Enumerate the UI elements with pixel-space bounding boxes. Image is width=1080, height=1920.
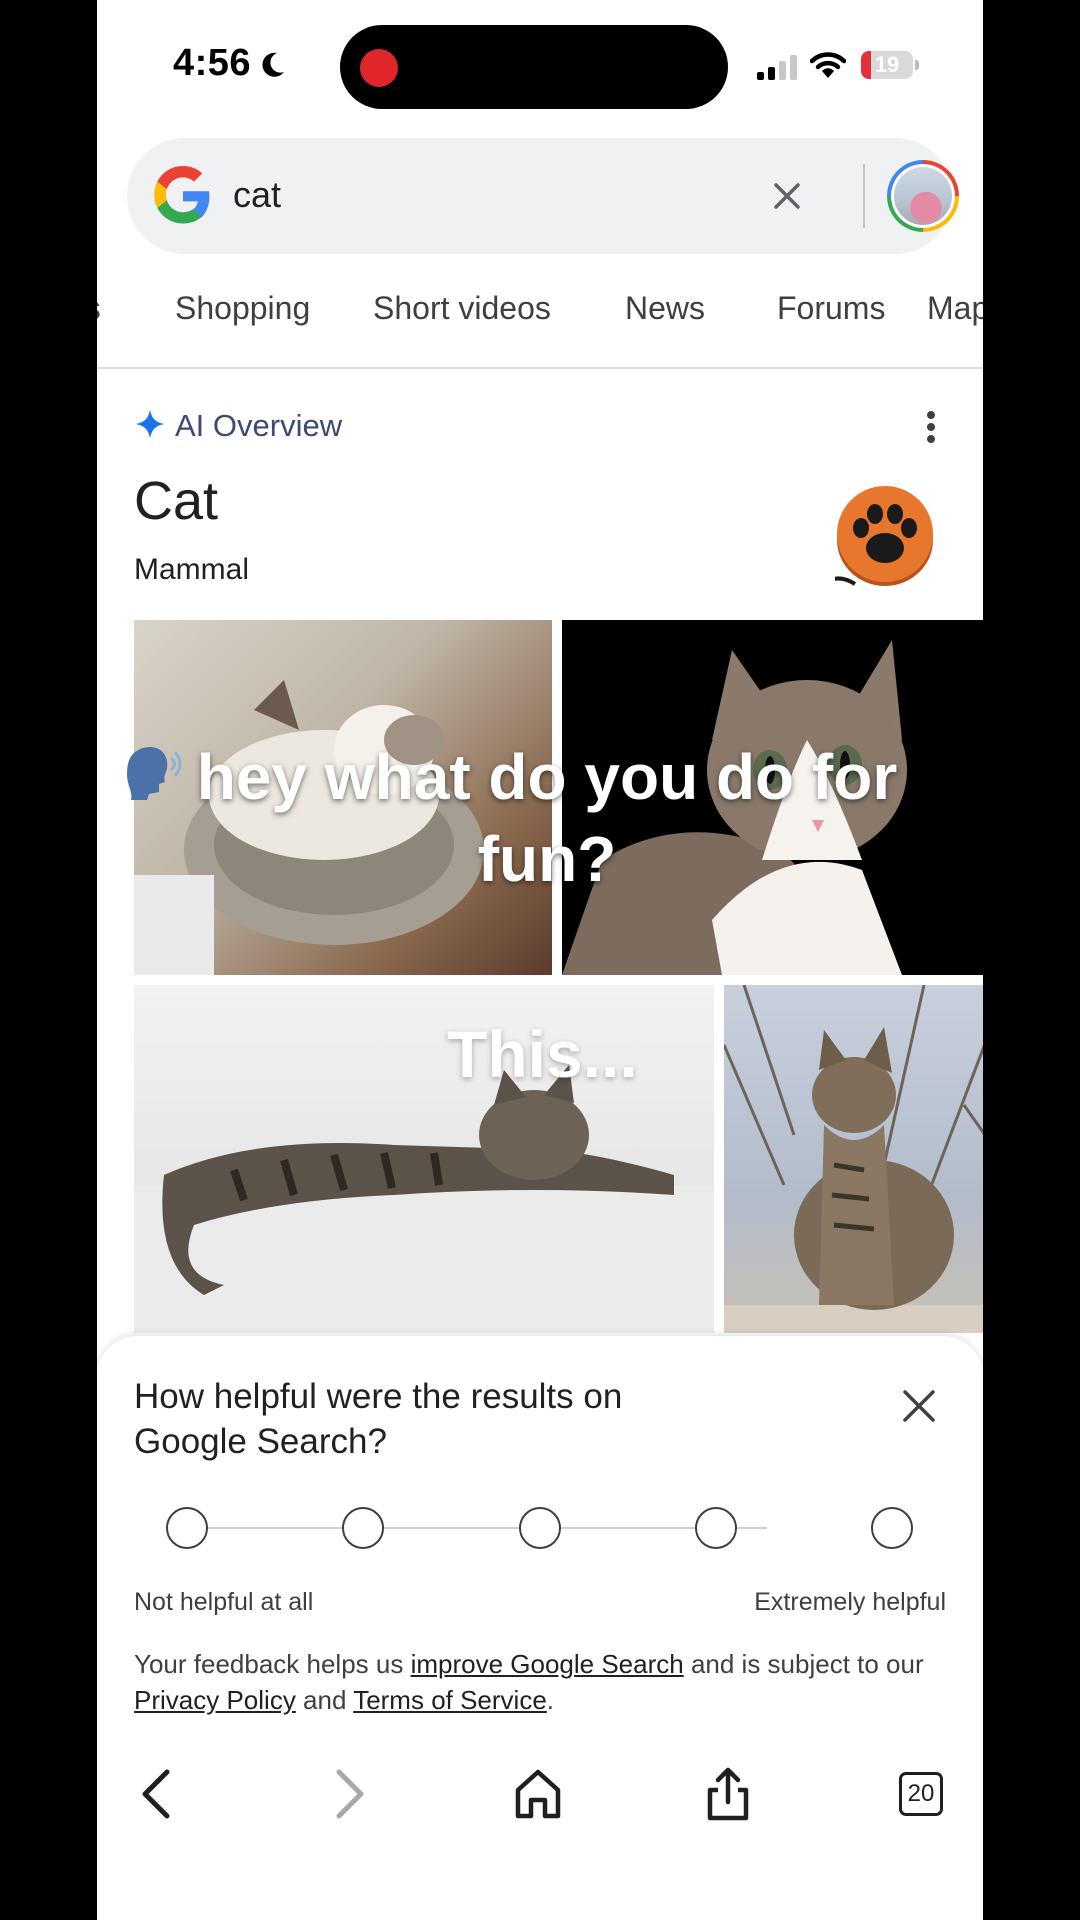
- back-icon[interactable]: [131, 1766, 187, 1822]
- search-bar[interactable]: cat: [127, 138, 959, 254]
- entity-title: Cat: [134, 471, 219, 531]
- paw-icon[interactable]: [835, 478, 935, 590]
- rating-option-4[interactable]: [695, 1507, 737, 1549]
- terms-of-service-link[interactable]: Terms of Service: [353, 1685, 547, 1715]
- entity-subtitle: Mammal: [134, 553, 250, 586]
- ai-overview-label: AI Overview: [175, 408, 343, 443]
- dynamic-island: [340, 25, 728, 109]
- rating-option-5[interactable]: [871, 1507, 913, 1549]
- share-icon[interactable]: [700, 1766, 756, 1822]
- cat-image-4[interactable]: [724, 985, 983, 1333]
- search-divider: [863, 164, 865, 228]
- battery-percent: 19: [874, 52, 900, 77]
- rating-option-1[interactable]: [166, 1507, 208, 1549]
- rating-option-2[interactable]: [342, 1507, 384, 1549]
- tab-forums[interactable]: Forums: [777, 290, 885, 327]
- video-caption: hey what do you do for fun?: [196, 741, 898, 895]
- rating-high-label: Extremely helpful: [754, 1588, 946, 1616]
- wifi-icon: [810, 52, 846, 78]
- rating-option-3[interactable]: [519, 1507, 561, 1549]
- more-options-icon[interactable]: [925, 410, 937, 444]
- clear-search-icon[interactable]: [767, 176, 807, 216]
- forward-icon[interactable]: [319, 1766, 375, 1822]
- tab-images[interactable]: os: [97, 290, 101, 327]
- tab-switcher-button[interactable]: 20: [899, 1772, 943, 1816]
- cellular-signal-icon: [757, 55, 797, 80]
- home-icon[interactable]: [510, 1766, 566, 1822]
- improve-search-link[interactable]: improve Google Search: [411, 1649, 684, 1679]
- status-time: 4:56: [173, 42, 252, 84]
- feedback-sheet: How helpful were the results on Google S…: [97, 1336, 983, 1920]
- video-caption-2: This...: [447, 1017, 638, 1091]
- battery-indicator: 19: [861, 51, 913, 79]
- ai-sparkle-icon: [135, 409, 165, 439]
- tab-shopping[interactable]: Shopping: [175, 290, 310, 327]
- google-logo-icon: [154, 166, 210, 224]
- tab-news[interactable]: News: [625, 290, 705, 327]
- rating-scale-line: [187, 1527, 767, 1529]
- privacy-policy-link[interactable]: Privacy Policy: [134, 1685, 296, 1715]
- tab-short-videos[interactable]: Short videos: [373, 290, 551, 327]
- battery-nub: [915, 60, 919, 70]
- tabs-divider: [97, 367, 983, 369]
- tab-maps[interactable]: Maps: [927, 290, 983, 327]
- feedback-footer: Your feedback helps us improve Google Se…: [134, 1649, 924, 1715]
- phone-screen: 4:56 19 cat Shopping Short videos News F…: [97, 0, 983, 1920]
- recording-indicator-icon: [360, 49, 398, 87]
- close-icon[interactable]: [899, 1386, 939, 1426]
- avatar-photo: [894, 167, 952, 225]
- cat-image-4-art: [724, 985, 983, 1333]
- moon-icon: [262, 52, 284, 77]
- account-avatar[interactable]: [887, 160, 959, 232]
- search-input[interactable]: cat: [233, 174, 281, 216]
- feedback-question: How helpful were the results on Google S…: [134, 1377, 623, 1461]
- rating-low-label: Not helpful at all: [134, 1588, 314, 1616]
